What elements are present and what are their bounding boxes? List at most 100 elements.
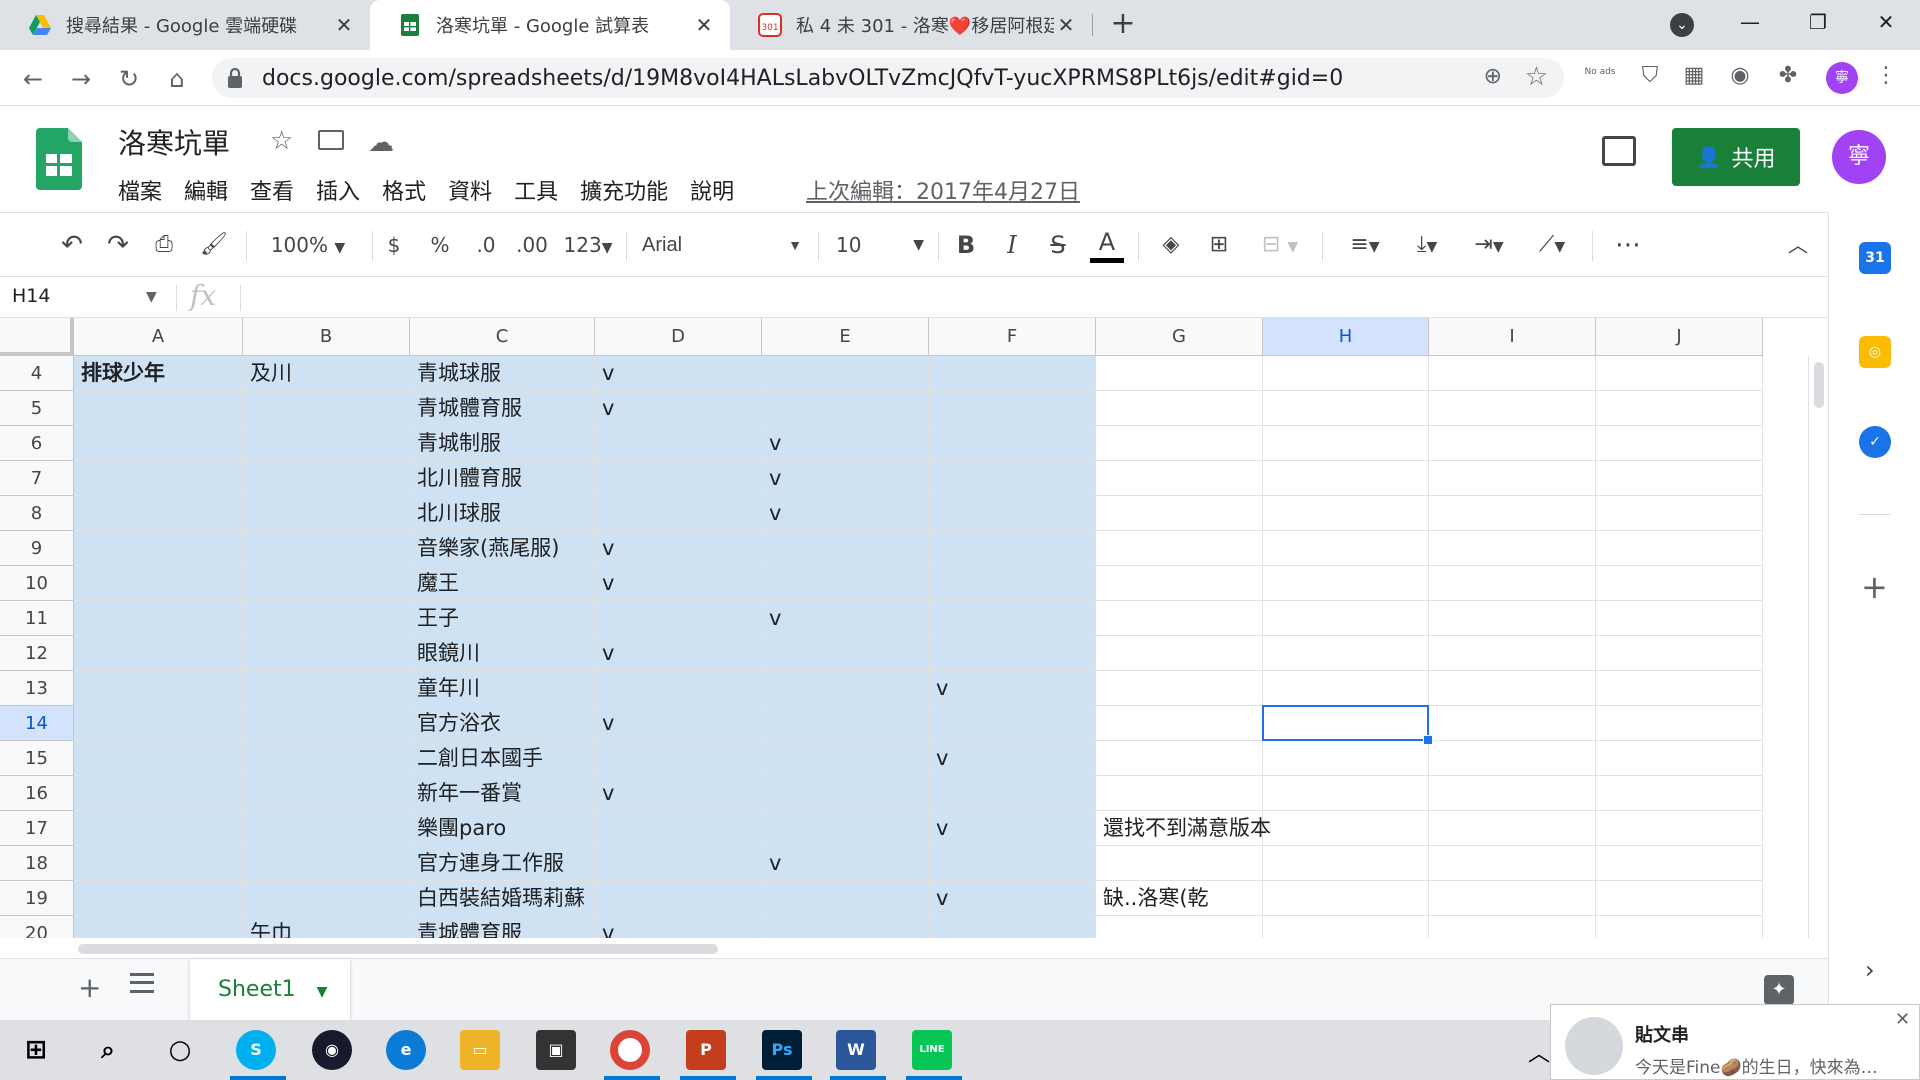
minimize-button[interactable]: — — [1716, 0, 1784, 44]
tasks-icon[interactable]: ✓ — [1859, 426, 1891, 458]
cell-h18[interactable] — [1263, 846, 1429, 881]
share-button[interactable]: 👤 共用 — [1672, 128, 1800, 186]
row-header[interactable]: 9 — [0, 531, 74, 566]
more-formats-select[interactable]: 123▼ — [560, 227, 616, 263]
notification-toast[interactable]: 貼文串 今天是Fine🥔的生日，快來為… ✕ — [1550, 1004, 1920, 1080]
row-header[interactable]: 18 — [0, 846, 74, 881]
home-icon[interactable]: ⌂ — [162, 64, 192, 94]
column-header-g[interactable]: G — [1096, 318, 1263, 356]
cell-c19[interactable]: 白西裝結婚瑪莉蘇 — [410, 881, 595, 916]
cell-a17[interactable] — [74, 811, 243, 846]
cell-c18[interactable]: 官方連身工作服 — [410, 846, 595, 881]
vertical-scrollbar[interactable] — [1808, 356, 1828, 938]
row-header[interactable]: 16 — [0, 776, 74, 811]
cell-g13[interactable] — [1096, 671, 1263, 706]
menu-edit[interactable]: 編輯 — [184, 174, 228, 206]
cell-j6[interactable] — [1596, 426, 1763, 461]
column-header-b[interactable]: B — [243, 318, 410, 356]
cell-c13[interactable]: 童年川 — [410, 671, 595, 706]
cell-f7[interactable] — [929, 461, 1096, 496]
cell-b5[interactable] — [243, 391, 410, 426]
cell-h15[interactable] — [1263, 741, 1429, 776]
cell-j10[interactable] — [1596, 566, 1763, 601]
cell-j19[interactable] — [1596, 881, 1763, 916]
cell-e16[interactable] — [762, 776, 929, 811]
column-header-j[interactable]: J — [1596, 318, 1763, 356]
cell-d19[interactable] — [595, 881, 762, 916]
redo-icon[interactable]: ↷ — [100, 227, 136, 263]
row-header[interactable]: 15 — [0, 741, 74, 776]
cell-b6[interactable] — [243, 426, 410, 461]
cell-c8[interactable]: 北川球服 — [410, 496, 595, 531]
cell-b14[interactable] — [243, 706, 410, 741]
cell-h17[interactable] — [1263, 811, 1429, 846]
cell-h16[interactable] — [1263, 776, 1429, 811]
cell-i14[interactable] — [1429, 706, 1596, 741]
cell-i19[interactable] — [1429, 881, 1596, 916]
cell-d10[interactable]: v — [595, 566, 762, 601]
cell-e7[interactable]: v — [762, 461, 929, 496]
cell-g6[interactable] — [1096, 426, 1263, 461]
bold-button[interactable]: B — [950, 227, 982, 263]
increase-decimal-button[interactable]: .00 — [512, 227, 552, 263]
cell-a4[interactable]: 排球少年 — [74, 356, 243, 391]
cell-a18[interactable] — [74, 846, 243, 881]
cell-d4[interactable]: v — [595, 356, 762, 391]
cell-a15[interactable] — [74, 741, 243, 776]
file-explorer-icon[interactable]: ▭ — [460, 1030, 500, 1070]
cell-e18[interactable]: v — [762, 846, 929, 881]
text-color-button[interactable]: A — [1090, 227, 1124, 263]
row-header[interactable]: 14 — [0, 706, 74, 741]
cell-a11[interactable] — [74, 601, 243, 636]
cell-b9[interactable] — [243, 531, 410, 566]
column-header-h[interactable]: H — [1263, 318, 1429, 356]
add-sheet-button[interactable]: + — [78, 971, 101, 1004]
menu-view[interactable]: 查看 — [250, 174, 294, 206]
fill-color-icon[interactable]: ◈ — [1154, 227, 1188, 263]
reload-icon[interactable]: ↻ — [114, 64, 144, 94]
cell-i18[interactable] — [1429, 846, 1596, 881]
cell-d6[interactable] — [595, 426, 762, 461]
cell-a13[interactable] — [74, 671, 243, 706]
tab-search-icon[interactable]: ⌄ — [1648, 0, 1716, 44]
cell-i20[interactable] — [1429, 916, 1596, 938]
menu-extensions[interactable]: 擴充功能 — [580, 174, 668, 206]
cell-c9[interactable]: 音樂家(燕尾服) — [410, 531, 595, 566]
row-header[interactable]: 20 — [0, 916, 74, 938]
cell-f13[interactable]: v — [929, 671, 1096, 706]
cell-a5[interactable] — [74, 391, 243, 426]
cell-h12[interactable] — [1263, 636, 1429, 671]
cell-g9[interactable] — [1096, 531, 1263, 566]
cell-g12[interactable] — [1096, 636, 1263, 671]
cell-b11[interactable] — [243, 601, 410, 636]
bookmark-star-icon[interactable]: ☆ — [1525, 62, 1548, 92]
word-icon[interactable]: W — [836, 1030, 876, 1070]
cell-g19[interactable]: 缺..洛寒(乾 — [1096, 881, 1263, 916]
cell-i9[interactable] — [1429, 531, 1596, 566]
cell-i12[interactable] — [1429, 636, 1596, 671]
cell-e9[interactable] — [762, 531, 929, 566]
cell-c14[interactable]: 官方浴衣 — [410, 706, 595, 741]
cell-i15[interactable] — [1429, 741, 1596, 776]
cell-b12[interactable] — [243, 636, 410, 671]
cell-f14[interactable] — [929, 706, 1096, 741]
cell-d7[interactable] — [595, 461, 762, 496]
comment-history-icon[interactable] — [1602, 136, 1636, 166]
cell-f5[interactable] — [929, 391, 1096, 426]
cell-d12[interactable]: v — [595, 636, 762, 671]
window-close-button[interactable]: ✕ — [1852, 0, 1920, 44]
cell-e19[interactable] — [762, 881, 929, 916]
cell-a8[interactable] — [74, 496, 243, 531]
cell-h11[interactable] — [1263, 601, 1429, 636]
font-size-select[interactable]: 10 ▼ — [836, 227, 924, 263]
cell-c12[interactable]: 眼鏡川 — [410, 636, 595, 671]
cell-h5[interactable] — [1263, 391, 1429, 426]
cell-j11[interactable] — [1596, 601, 1763, 636]
grid-extension-icon[interactable]: ▦ — [1678, 60, 1710, 92]
decrease-decimal-button[interactable]: .0 — [468, 227, 504, 263]
cell-f8[interactable] — [929, 496, 1096, 531]
cell-j7[interactable] — [1596, 461, 1763, 496]
close-icon[interactable]: ✕ — [692, 13, 716, 37]
undo-icon[interactable]: ↶ — [54, 227, 90, 263]
back-icon[interactable]: ← — [18, 64, 48, 94]
